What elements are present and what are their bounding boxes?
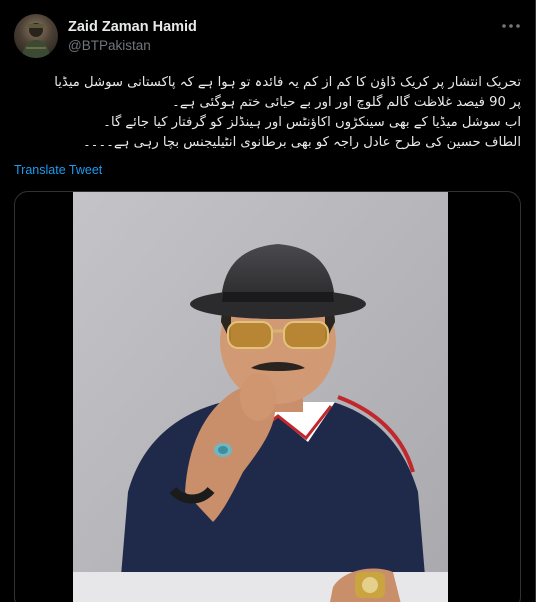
tweet-line: الطاف حسین کی طرح عادل راجہ کو بھی برطان… (83, 135, 521, 150)
tweet-line: پر 90 فیصد غلاظت گالم گلوچ اور اور بے حی… (172, 95, 521, 110)
person-avatar-icon (22, 23, 50, 58)
tweet-line: تحریک انتشار پر کریک ڈاؤن کا کم از کم یہ… (54, 75, 521, 90)
more-options-icon[interactable] (499, 14, 523, 38)
tweet-card: Zaid Zaman Hamid @BTPakistan تحریک انتشا… (0, 0, 536, 602)
tweet-text: تحریک انتشار پر کریک ڈاؤن کا کم از کم یہ… (14, 73, 521, 153)
tweet-media[interactable] (14, 191, 521, 602)
avatar[interactable] (14, 14, 58, 58)
video-thumbnail[interactable] (73, 192, 448, 602)
translate-tweet-link[interactable]: Translate Tweet (14, 163, 102, 177)
author-handle[interactable]: @BTPakistan (68, 38, 151, 53)
video-frame (73, 192, 448, 602)
author-name[interactable]: Zaid Zaman Hamid (68, 19, 197, 35)
tweet-line: اب سوشل میڈیا کے بھی سینکڑوں اکاؤنٹس اور… (103, 115, 521, 130)
